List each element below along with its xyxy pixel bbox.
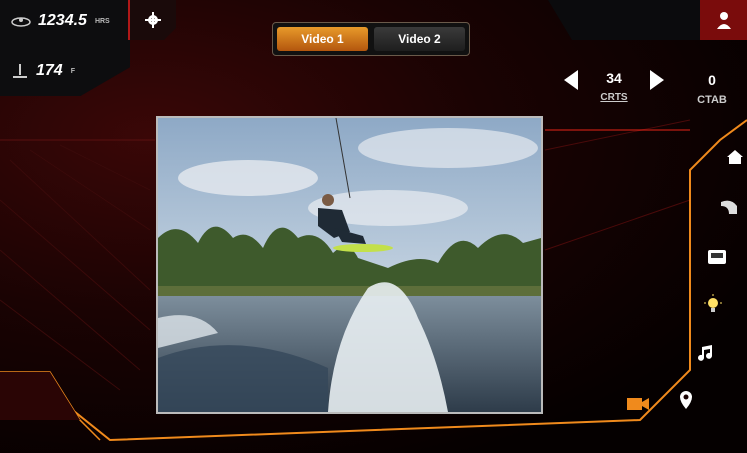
gear-icon <box>145 12 161 28</box>
wave-icon <box>721 200 737 214</box>
tab-video-2[interactable]: Video 2 <box>374 27 465 51</box>
depth-value: 174 <box>36 62 63 79</box>
video-player[interactable] <box>156 116 543 414</box>
ctab-label: CTAB <box>697 94 727 106</box>
engine-icon <box>11 17 31 27</box>
ctab-value: 0 <box>708 72 716 88</box>
location-icon <box>680 391 692 409</box>
user-icon <box>716 12 731 29</box>
screen-icon <box>708 250 726 264</box>
nav-music[interactable] <box>690 338 720 368</box>
nav-home[interactable] <box>720 142 747 172</box>
hours-value: 1234.5 <box>38 12 87 29</box>
increment-arrow-icon[interactable] <box>650 70 664 90</box>
decrement-arrow-icon[interactable] <box>564 70 578 90</box>
home-icon <box>727 150 743 164</box>
right-nav <box>690 130 747 370</box>
screen: 1234.5 HRS 174 F Video 1 Video 2 34 CRTS… <box>0 0 747 453</box>
tab-video-1[interactable]: Video 1 <box>277 27 368 51</box>
engine-hours: 1234.5 HRS <box>10 12 110 30</box>
anchor-icon <box>13 64 27 78</box>
video-frame-image <box>158 118 541 412</box>
video-tab-bar: Video 1 Video 2 <box>272 22 470 56</box>
hours-unit: HRS <box>94 17 110 25</box>
lightbulb-icon <box>704 294 722 312</box>
nav-camera[interactable] <box>626 392 650 416</box>
nav-lights[interactable] <box>698 290 728 320</box>
crts-value: 34 <box>606 70 622 86</box>
ctab-readout: 0 CTAB <box>690 72 734 106</box>
water-depth: 174 F <box>10 62 75 80</box>
settings-button[interactable] <box>128 0 176 40</box>
nav-screen[interactable] <box>702 242 732 272</box>
nav-wave[interactable] <box>714 192 744 222</box>
camera-icon <box>627 398 649 410</box>
crts-label: CRTS <box>600 92 628 103</box>
user-button[interactable] <box>700 0 747 40</box>
crts-stepper: 34 CRTS <box>560 66 680 116</box>
nav-location[interactable] <box>674 388 698 412</box>
music-icon <box>698 345 712 361</box>
depth-unit: F <box>70 67 75 75</box>
